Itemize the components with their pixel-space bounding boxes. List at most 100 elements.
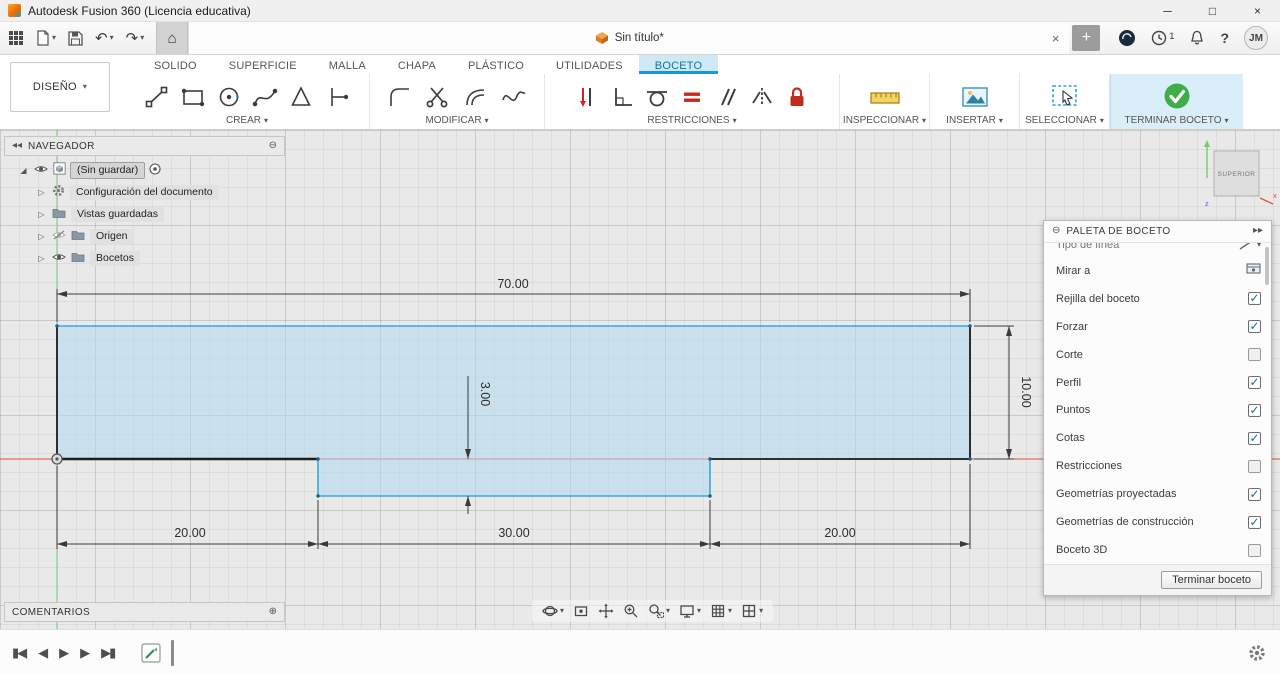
look-at-button[interactable] [573, 603, 589, 619]
checkbox-restricciones[interactable] [1248, 459, 1261, 473]
group-label-seleccionar[interactable]: SELECCIONAR ▾ [1025, 115, 1104, 126]
checkbox-cotas[interactable] [1248, 431, 1261, 445]
extensions-icon[interactable] [1118, 29, 1136, 47]
palette-option-mirar-a[interactable]: Mirar a [1044, 257, 1271, 285]
viewports-button[interactable]: ▾ [741, 603, 763, 619]
checkbox-geometrias-construccion[interactable] [1248, 515, 1261, 529]
tab-utilidades[interactable]: UTILIDADES [540, 55, 639, 74]
tangent-constraint-icon[interactable] [644, 84, 670, 110]
user-avatar[interactable]: JM [1244, 26, 1268, 50]
collapsed-triangle-icon[interactable]: ▷ [36, 232, 47, 241]
new-tab-button[interactable]: + [1072, 25, 1101, 51]
dimension-70[interactable] [56, 289, 971, 322]
group-label-insertar[interactable]: INSERTAR ▾ [946, 115, 1003, 126]
timeline-skip-start-button[interactable]: ▮◀ [12, 646, 27, 659]
expand-circle-icon[interactable]: ⊕ [269, 607, 277, 617]
job-status-button[interactable]: 1 [1151, 30, 1174, 46]
tab-chapa[interactable]: CHAPA [382, 55, 452, 74]
palette-option-geometrias-proyectadas[interactable]: Geometrías proyectadas [1044, 480, 1271, 508]
equal-constraint-icon[interactable] [679, 84, 705, 110]
palette-option-corte[interactable]: Corte [1044, 341, 1271, 369]
collapsed-triangle-icon[interactable]: ▷ [36, 210, 47, 219]
checkbox-boceto-3d[interactable] [1248, 543, 1261, 557]
timeline-skip-end-button[interactable]: ▶▮ [101, 646, 116, 659]
minimize-button[interactable]: ─ [1145, 0, 1190, 22]
collapse-circle-icon[interactable]: ⊖ [269, 141, 277, 151]
home-button[interactable]: ⌂ [156, 22, 189, 54]
tab-plastico[interactable]: PLÁSTICO [452, 55, 540, 74]
visibility-off-eye-icon[interactable] [52, 230, 66, 243]
app-grid-icon[interactable] [8, 30, 24, 46]
perpendicular-constraint-icon[interactable] [609, 84, 635, 110]
origin-point[interactable] [51, 453, 63, 465]
symmetry-constraint-icon[interactable] [749, 84, 775, 110]
root-document-label[interactable]: (Sin guardar) [69, 161, 146, 179]
dimension-10[interactable] [974, 325, 1014, 460]
timeline-settings-gear-icon[interactable] [1248, 644, 1266, 667]
navigator-header[interactable]: ◂◂ NAVEGADOR ⊖ [4, 136, 285, 156]
finish-sketch-check-icon[interactable] [1161, 81, 1193, 113]
sketch-profile-region[interactable] [57, 326, 970, 496]
dimension-20-right-label[interactable]: 20.00 [824, 526, 855, 540]
group-label-crear[interactable]: CREAR ▾ [226, 115, 268, 126]
tree-item-vistas-guardadas[interactable]: ▷ Vistas guardadas [4, 203, 285, 225]
checkbox-forzar[interactable] [1248, 320, 1261, 334]
tab-malla[interactable]: MALLA [313, 55, 382, 74]
collapsed-triangle-icon[interactable]: ▷ [36, 254, 47, 263]
activate-radio-icon[interactable] [149, 162, 161, 178]
collapse-circle-icon[interactable]: ⊖ [1052, 226, 1060, 236]
horizontal-vertical-constraint-icon[interactable] [574, 84, 600, 110]
spline-tool-icon[interactable] [250, 82, 280, 112]
display-settings-button[interactable]: ▾ [679, 603, 701, 619]
timeline-step-forward-button[interactable]: ▶ [80, 646, 90, 659]
tree-root-document[interactable]: ◢ (Sin guardar) [4, 159, 285, 181]
timeline-sketch-feature[interactable] [141, 642, 161, 663]
dock-chevrons-icon[interactable]: ▸▸ [1253, 226, 1263, 236]
checkbox-geometrias-proyectadas[interactable] [1248, 487, 1261, 501]
palette-option-cotas[interactable]: Cotas [1044, 424, 1271, 452]
timeline-play-button[interactable]: ▶ [59, 646, 69, 659]
orbit-button[interactable]: ▾ [542, 603, 564, 619]
measure-ruler-icon[interactable] [868, 82, 902, 112]
tree-item-label[interactable]: Bocetos [90, 250, 140, 266]
finish-sketch-button[interactable]: Terminar boceto [1161, 571, 1262, 590]
trim-scissors-icon[interactable] [423, 82, 453, 112]
palette-scrollbar[interactable] [1265, 247, 1269, 285]
checkbox-corte[interactable] [1248, 348, 1261, 362]
tree-item-origen[interactable]: ▷ Origen [4, 225, 285, 247]
group-label-restricciones[interactable]: RESTRICCIONES ▾ [647, 115, 736, 126]
dimension-20-left-label[interactable]: 20.00 [174, 526, 205, 540]
timeline-position-marker[interactable] [171, 639, 175, 666]
comments-header[interactable]: COMENTARIOS ⊕ [4, 602, 285, 622]
curve-tool-icon[interactable] [499, 82, 529, 112]
redo-button[interactable]: ↷ ▾ [126, 31, 145, 46]
save-button[interactable] [68, 30, 83, 46]
select-tool-icon[interactable] [1049, 82, 1081, 112]
visibility-eye-icon[interactable] [52, 252, 66, 265]
pan-button[interactable] [598, 603, 614, 619]
tab-solido[interactable]: SOLIDO [138, 55, 213, 74]
look-at-icon[interactable] [1246, 262, 1261, 280]
collapse-chevrons-icon[interactable]: ◂◂ [12, 141, 22, 151]
tree-item-configuracion[interactable]: ▷ Configuración del documento [4, 181, 285, 203]
tree-item-label[interactable]: Vistas guardadas [71, 206, 164, 222]
palette-option-forzar[interactable]: Forzar [1044, 313, 1271, 341]
collapsed-triangle-icon[interactable]: ▷ [36, 188, 47, 197]
offset-tool-icon[interactable] [461, 82, 491, 112]
tree-item-label[interactable]: Origen [90, 228, 134, 244]
checkbox-puntos[interactable] [1248, 403, 1261, 417]
line-tool-icon[interactable] [142, 82, 172, 112]
zoom-button[interactable] [623, 603, 639, 619]
tree-item-bocetos[interactable]: ▷ Bocetos [4, 247, 285, 269]
fix-lock-icon[interactable] [784, 84, 810, 110]
palette-option-puntos[interactable]: Puntos [1044, 397, 1271, 425]
palette-option-tipo-de-linea[interactable]: Tipo de línea ▾ [1044, 242, 1271, 257]
document-tab[interactable]: Sin título* × [188, 22, 1070, 54]
palette-option-restricciones[interactable]: Restricciones [1044, 452, 1271, 480]
dimension-70-label[interactable]: 70.00 [497, 277, 528, 291]
polygon-tool-icon[interactable] [286, 82, 316, 112]
palette-option-perfil[interactable]: Perfil [1044, 369, 1271, 397]
undo-button[interactable]: ↶ ▾ [95, 31, 114, 46]
tree-item-label[interactable]: Configuración del documento [70, 184, 219, 200]
checkbox-perfil[interactable] [1248, 376, 1261, 390]
